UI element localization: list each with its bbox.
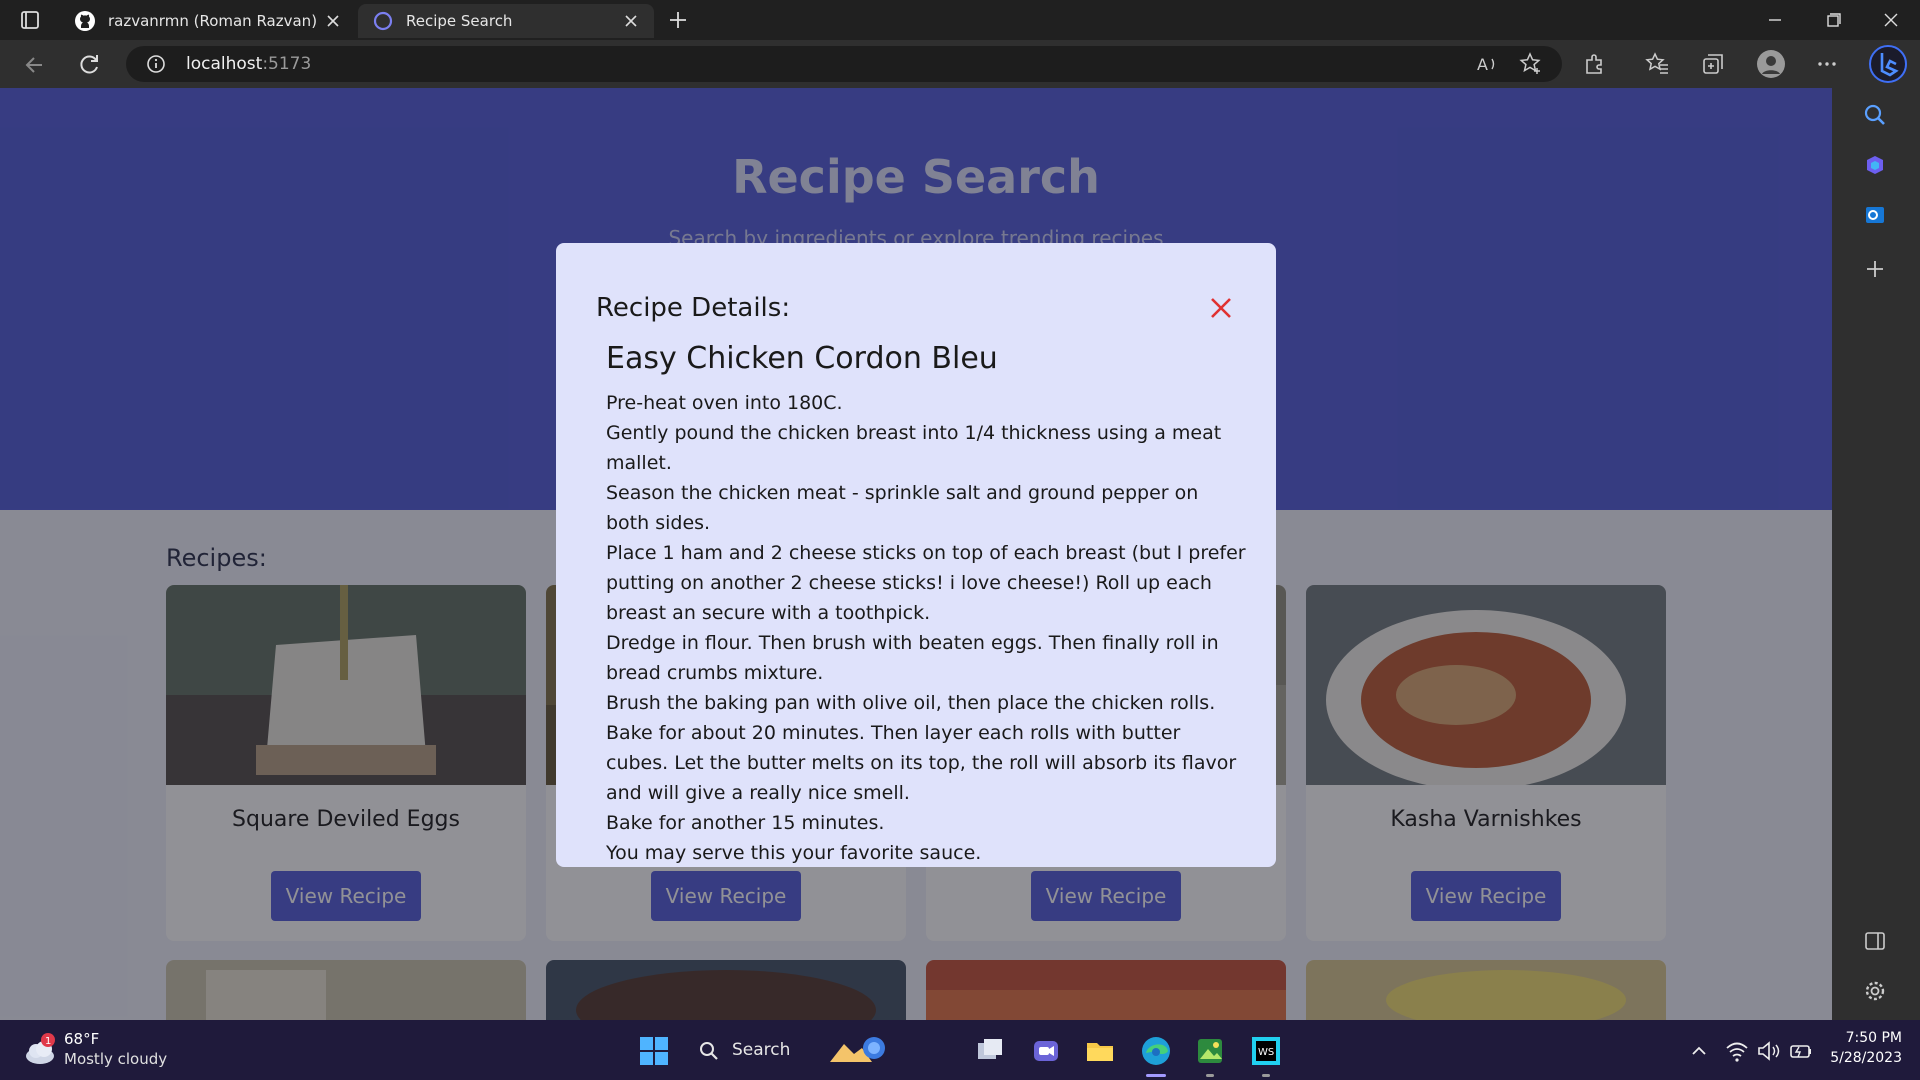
search-icon[interactable] — [1862, 102, 1888, 128]
close-tab-icon[interactable] — [324, 12, 342, 30]
instruction-step: Brush the baking pan with olive oil, the… — [606, 692, 1216, 714]
close-window-icon[interactable] — [1878, 8, 1904, 32]
close-icon[interactable] — [1206, 293, 1236, 323]
battery-icon[interactable] — [1788, 1035, 1814, 1067]
copilot-icon[interactable] — [1862, 152, 1888, 178]
search-label: Search — [732, 1040, 791, 1060]
url-text: localhost:5173 — [186, 54, 311, 74]
windows-taskbar: 1 68°F Mostly cloudy Search WS 7:50 PM 5… — [0, 1020, 1920, 1080]
extensions-icon[interactable] — [1582, 51, 1608, 77]
instruction-step: Gently pound the chicken breast into 1/4… — [606, 422, 1222, 474]
tab-github[interactable]: razvanrmn (Roman Razvan) — [60, 4, 356, 38]
active-app-indicator — [1146, 1074, 1166, 1077]
back-icon[interactable] — [22, 52, 48, 78]
running-app-indicator — [1206, 1074, 1214, 1077]
refresh-icon[interactable] — [76, 52, 102, 78]
show-hidden-icons-icon[interactable] — [1688, 1035, 1710, 1067]
instruction-step: Season the chicken meat - sprinkle salt … — [606, 482, 1199, 534]
recipe-name: Easy Chicken Cordon Bleu — [606, 341, 998, 376]
favorites-icon[interactable] — [1644, 51, 1670, 77]
close-tab-icon[interactable] — [622, 12, 640, 30]
weather-temperature[interactable]: 68°F — [64, 1030, 99, 1048]
svg-text:A: A — [1477, 55, 1488, 74]
recipe-instructions: Pre-heat oven into 180C. Gently pound th… — [606, 388, 1246, 868]
running-app-indicator — [1262, 1074, 1270, 1077]
loading-icon — [373, 11, 393, 31]
modal-heading: Recipe Details: — [596, 293, 791, 323]
add-sidebar-app-icon[interactable] — [1862, 256, 1888, 282]
clock-date[interactable]: 5/28/2023 — [1830, 1050, 1902, 1066]
read-aloud-icon[interactable]: A — [1474, 51, 1500, 77]
recipe-details-modal: Recipe Details: Easy Chicken Cordon Bleu… — [556, 243, 1276, 867]
instruction-step: You may serve this your favorite sauce. — [606, 842, 982, 864]
site-info-icon[interactable] — [146, 54, 166, 74]
url-host: localhost — [186, 54, 263, 74]
outlook-icon[interactable] — [1862, 202, 1888, 228]
edge-browser-icon[interactable] — [1140, 1035, 1172, 1067]
weather-cloud-icon[interactable]: 1 — [22, 1032, 58, 1068]
teams-chat-icon[interactable] — [1030, 1035, 1062, 1067]
browser-tab-strip: razvanrmn (Roman Razvan) Recipe Search — [0, 0, 1920, 40]
edge-sidebar — [1832, 88, 1920, 1020]
search-highlight-icon — [830, 1037, 885, 1062]
settings-gear-icon[interactable] — [1862, 978, 1888, 1004]
wifi-icon[interactable] — [1724, 1035, 1750, 1067]
restore-icon[interactable] — [1820, 8, 1846, 32]
svg-text:WS: WS — [1258, 1047, 1274, 1058]
taskbar-search[interactable]: Search — [686, 1030, 892, 1070]
weather-description[interactable]: Mostly cloudy — [64, 1050, 167, 1068]
collections-icon[interactable] — [1700, 51, 1726, 77]
instruction-step: Bake for about 20 minutes. Then layer ea… — [606, 722, 1237, 804]
url-bar[interactable]: localhost:5173 A — [126, 46, 1562, 82]
bing-copilot-icon[interactable] — [1868, 44, 1908, 84]
page-viewport: Recipe Search Search by ingredients or e… — [0, 88, 1832, 1020]
tab-title: Recipe Search — [406, 12, 513, 30]
windows-start-icon[interactable] — [638, 1035, 670, 1067]
github-icon — [75, 11, 95, 31]
add-favorite-icon[interactable] — [1518, 51, 1544, 77]
url-port: :5173 — [262, 54, 312, 74]
instruction-step: Place 1 ham and 2 cheese sticks on top o… — [606, 542, 1246, 624]
minimize-icon[interactable] — [1762, 8, 1788, 32]
image-app-icon[interactable] — [1194, 1035, 1226, 1067]
tab-actions-icon[interactable] — [14, 8, 46, 32]
webstorm-icon[interactable]: WS — [1250, 1035, 1282, 1067]
address-toolbar: localhost:5173 A — [0, 40, 1920, 88]
hide-sidebar-icon[interactable] — [1862, 928, 1888, 954]
instruction-step: Bake for another 15 minutes. — [606, 812, 885, 834]
clock-time[interactable]: 7:50 PM — [1846, 1030, 1902, 1046]
search-icon — [700, 1042, 718, 1060]
profile-avatar-icon[interactable] — [1756, 49, 1786, 79]
new-tab-icon[interactable] — [664, 8, 692, 32]
file-explorer-icon[interactable] — [1084, 1035, 1116, 1067]
instruction-step: Dredge in flour. Then brush with beaten … — [606, 632, 1219, 684]
more-options-icon[interactable] — [1814, 51, 1840, 77]
tab-title: razvanrmn (Roman Razvan) — [108, 12, 318, 30]
volume-icon[interactable] — [1756, 1035, 1782, 1067]
task-view-icon[interactable] — [974, 1035, 1006, 1067]
instruction-step: Pre-heat oven into 180C. — [606, 392, 843, 414]
weather-badge: 1 — [45, 1036, 51, 1047]
tab-recipe-search[interactable]: Recipe Search — [358, 4, 654, 38]
